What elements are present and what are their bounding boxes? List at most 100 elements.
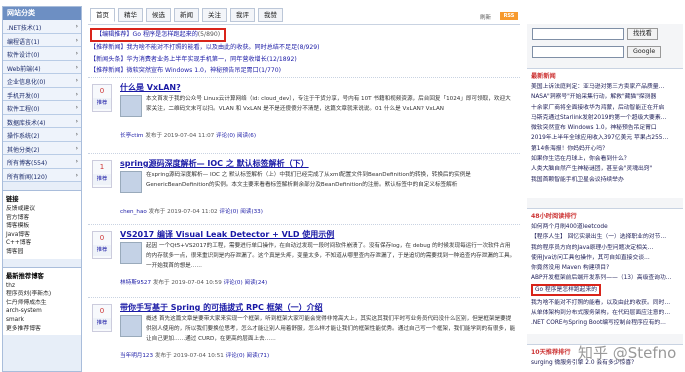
news-item[interactable]: 如果你生活在月球上，你会看到什么？ [531, 154, 679, 164]
sidebar-link[interactable]: 博客模板 [6, 222, 78, 231]
recommend-button[interactable]: 推荐 [93, 98, 111, 109]
sidebar-category[interactable]: 软件工程(0) › [3, 101, 81, 115]
sidebar-category[interactable]: 其他分类(2) › [3, 141, 81, 155]
sidebar-category[interactable]: .NET技术(1) › [3, 20, 81, 34]
comments-link[interactable]: 评论(0) [216, 133, 235, 139]
sidebar-category[interactable]: 手机开发(0) › [3, 87, 81, 101]
news-item[interactable]: 十余家厂商将全面接收华为鸿蒙，后动智能正在开启 [531, 103, 679, 113]
watermark: 知乎 @Stefno [578, 344, 677, 362]
post-date: 发布于 2019-07-04 11:07 [145, 133, 215, 139]
sidebar-category[interactable]: 企业信息化(0) › [3, 74, 81, 88]
sidebar-link[interactable]: 官方博客 [6, 214, 78, 223]
tab-item[interactable]: 首页 [90, 8, 115, 22]
google-search-input[interactable] [532, 46, 624, 58]
sidebar-category[interactable]: 所有博客(554) › [3, 155, 81, 169]
hot-post-item[interactable]: 你竟然没用 Maven 构建项目? [531, 263, 679, 273]
reads-link[interactable]: 阅读(71) [247, 353, 270, 359]
hot-post-item[interactable]: Go 程序是怎样跑起来的 [531, 283, 602, 296]
news-item[interactable]: 马斯克通过Starlink发射2019的第一个超级大要素… [531, 113, 679, 123]
news-item[interactable]: NASA"洞察号"开始采集行动，解救"藏猫"探测器 [531, 92, 679, 102]
comments-link[interactable]: 评论(0) [219, 209, 238, 215]
notice-text[interactable]: 【推荐新闻】我为啥不能对不打照的能看，以及由此的收获。同时总结不足足(8/929… [90, 44, 320, 51]
post-author[interactable]: 林特斯9527 [120, 280, 151, 286]
news-item[interactable]: 人类大脑自然产生神秘谜团，甚至会"灵魂出窍" [531, 164, 679, 174]
tab-item[interactable]: 我评 [230, 8, 255, 22]
notice-text[interactable]: 【新闻头条】华为消费者业务上半年实现手机第一，同年营收增长(12/1892) [90, 56, 297, 63]
news-item[interactable]: 2019年上半年全球应用收入397亿美元 苹果占255… [531, 133, 679, 143]
author-avatar[interactable] [120, 315, 142, 337]
hot-post-item[interactable]: ABP开发框架前后端开发系列——（13）高级查询功… [531, 273, 679, 283]
hot-post-item[interactable]: 使用Jva访问工具包操作，其可自如直接交谈… [531, 253, 679, 263]
sidebar-category[interactable]: Web前端(4) › [3, 60, 81, 74]
notice-item[interactable]: 【推荐新闻】微软突然宣布 Windows 1.0，神秘预告吊足胃口(1/770) [90, 65, 518, 77]
recommended-blogger[interactable]: thz [6, 282, 78, 291]
recommended-blogger[interactable]: arch-system [6, 307, 78, 316]
comments-link[interactable]: 评论(0) [224, 280, 243, 286]
vote-box: 0 推荐 [92, 231, 112, 259]
tab-item[interactable]: 候选 [146, 8, 171, 22]
sidebar-link[interactable]: 博客园 [6, 248, 78, 257]
sidebar-category[interactable]: 所有新闻(120) › [3, 168, 81, 182]
reads-link[interactable]: 阅读(6) [237, 133, 256, 139]
reads-link[interactable]: 阅读(33) [240, 209, 263, 215]
sidebar-link[interactable]: C++博客 [6, 239, 78, 248]
tab-item[interactable]: 精华 [118, 8, 143, 22]
hot-post-item[interactable]: 如何两个月刷400道leetcode [531, 222, 679, 232]
news-item[interactable]: 我国首颗智能手机卫星会议持续举办 [531, 175, 679, 185]
recommended-blogger[interactable]: 程序员刘(李新杰) [6, 290, 78, 299]
hot-post-item[interactable]: .NET CORE与Spring Boot编写控制台程序应有的… [531, 318, 679, 328]
hot-post-item[interactable]: 我的程序员方向的Java原理小型问题决定相关… [531, 243, 679, 253]
hot-post-item[interactable]: 我为啥不能对不打照的能看，以及由此的收获。同时… [531, 298, 679, 308]
post-title[interactable]: 带你手写基于 Spring 的可插拔式 RPC 框架（一）介绍 [120, 302, 323, 313]
sidebar-category[interactable]: 编程语言(1) › [3, 33, 81, 47]
post-author[interactable]: 长亭ctim [120, 133, 143, 139]
notice-item[interactable]: 【新闻头条】华为消费者业务上半年实现手机第一，同年营收增长(12/1892) [90, 54, 518, 66]
notice-row: 【编辑推荐】Go 程序是怎样跑起来的(5/890) [90, 28, 518, 42]
author-avatar[interactable] [120, 171, 142, 193]
post-title[interactable]: spring源码深度解析— IOC 之 默认标签解析（下） [120, 158, 309, 169]
recommended-blogger[interactable]: 更多推荐博客 [6, 325, 78, 334]
news-item[interactable]: 美国上诉法庭判定：亚马逊对第三方卖家产品质量… [531, 82, 679, 92]
tab-item[interactable]: 我赞 [258, 8, 283, 22]
notice-text[interactable]: 【推荐新闻】微软突然宣布 Windows 1.0，神秘预告吊足胃口(1/770) [90, 67, 281, 74]
post-author[interactable]: chen_hao [120, 209, 147, 215]
search-row-2: Google [532, 46, 662, 58]
sidebar-category[interactable]: 软件设计(0) › [3, 47, 81, 61]
hot-post-item[interactable]: 【程序人生】 回忆实录出生（一）选择职业的对节… [531, 232, 679, 242]
recommend-button[interactable]: 推荐 [93, 174, 111, 185]
post-date: 发布于 2019-07-04 11:02 [148, 209, 218, 215]
recommended-blogger[interactable]: 仁丹师傅成杰生 [6, 299, 78, 308]
refresh-link[interactable]: 刷新 [480, 13, 491, 21]
sidebar-category-label: 所有博客(554) [7, 160, 48, 167]
sidebar-category[interactable]: 数据库技术(4) › [3, 114, 81, 128]
search-input[interactable] [532, 28, 624, 40]
tab-item[interactable]: 新闻 [174, 8, 199, 22]
tab-item[interactable]: 关注 [202, 8, 227, 22]
news-item[interactable]: 第14条海报！你妈妈开心吗？ [531, 144, 679, 154]
notice-item[interactable]: 【编辑推荐】Go 程序是怎样跑起来的(5/890) [90, 28, 227, 42]
recommend-button[interactable]: 推荐 [93, 245, 111, 256]
author-avatar[interactable] [120, 242, 142, 264]
post-title[interactable]: 什么是 VxLAN? [120, 82, 181, 93]
chevron-right-icon: › [75, 77, 78, 84]
recommended-blogger[interactable]: smark [6, 316, 78, 325]
zzk-search-button[interactable]: 找找看 [627, 28, 658, 40]
post-author[interactable]: 当年明月123 [120, 353, 153, 359]
post-title[interactable]: VS2017 编译 Visual Leak Detector + VLD 使用示… [120, 229, 334, 240]
reads-link[interactable]: 阅读(24) [244, 280, 267, 286]
sidebar-category[interactable]: 操作系统(2) › [3, 128, 81, 142]
notice-row: 【推荐新闻】微软突然宣布 Windows 1.0，神秘预告吊足胃口(1/770) [90, 65, 518, 77]
news-item[interactable]: 微软突然宣布 Windows 1.0，神秘预告吊足胃口 [531, 123, 679, 133]
recommend-button[interactable]: 推荐 [93, 318, 111, 329]
sidebar-link[interactable]: Java博客 [6, 231, 78, 240]
author-avatar[interactable] [120, 95, 142, 117]
notice-text[interactable]: 【编辑推荐】Go 程序是怎样跑起来的 [96, 31, 198, 38]
notice-item[interactable]: 【推荐新闻】我为啥不能对不打照的能看，以及由此的收获。同时总结不足足(8/929… [90, 42, 518, 54]
post-date: 发布于 2019-07-04 10:51 [154, 353, 224, 359]
google-search-button[interactable]: Google [627, 46, 662, 58]
sidebar-link[interactable]: 反馈或建议 [6, 205, 78, 214]
comments-link[interactable]: 评论(0) [226, 353, 245, 359]
rss-icon[interactable]: RSS [500, 12, 518, 20]
sidebar-category-label: 软件设计(0) [7, 52, 40, 59]
hot-post-item[interactable]: 从单体架构到分布式服务架构，在代码层面应注意的… [531, 308, 679, 318]
